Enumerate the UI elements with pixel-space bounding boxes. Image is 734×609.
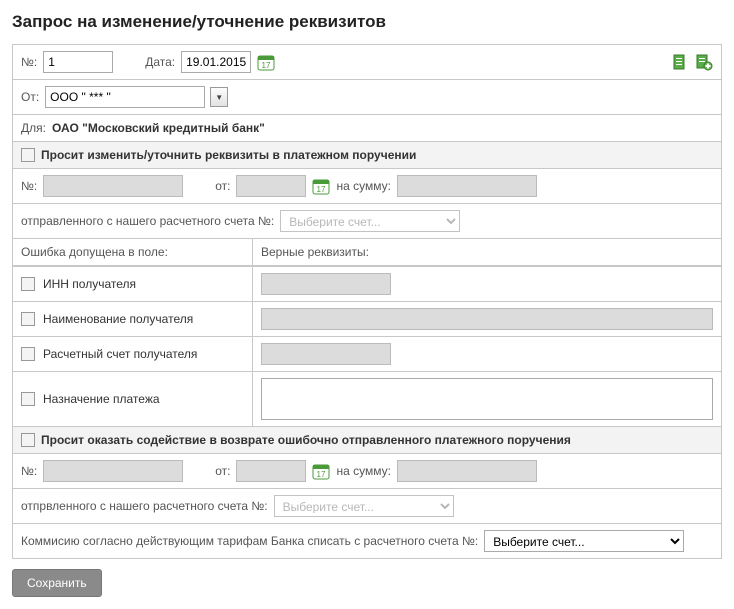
doc-icon[interactable]	[671, 53, 689, 71]
s2-date-input[interactable]	[236, 460, 306, 482]
num-input[interactable]	[43, 51, 113, 73]
row-label: Наименование получателя	[43, 312, 193, 326]
s1-account-label: отправленного с нашего расчетного счета …	[21, 214, 274, 228]
to-row: Для: ОАО "Московский кредитный банк"	[13, 115, 721, 142]
row-label: ИНН получателя	[43, 277, 136, 291]
to-label: Для:	[21, 121, 46, 135]
to-value: ОАО "Московский кредитный банк"	[52, 121, 265, 135]
grid-row: ИНН получателя	[13, 266, 721, 301]
s2-date-label: от:	[215, 464, 230, 478]
grid-col2-header: Верные реквизиты:	[253, 239, 721, 265]
s2-account-label: отпрвленного с нашего расчетного счета №…	[21, 499, 268, 513]
section2-checkbox[interactable]	[21, 433, 35, 447]
section2-account-row: отпрвленного с нашего расчетного счета №…	[13, 489, 721, 524]
row-checkbox[interactable]	[21, 312, 35, 326]
section1-account-row: отправленного с нашего расчетного счета …	[13, 204, 721, 239]
form-panel: №: Дата: 17 От: ▼ Для: ОАО "Московский к…	[12, 44, 722, 559]
calendar-icon[interactable]: 17	[257, 53, 275, 71]
row-value-input[interactable]	[261, 308, 713, 330]
grid-header: Ошибка допущена в поле: Верные реквизиты…	[13, 239, 721, 266]
grid-row: Расчетный счет получателя	[13, 336, 721, 371]
s2-sum-label: на сумму:	[336, 464, 390, 478]
s1-num-label: №:	[21, 179, 37, 193]
grid-row: Назначение платежа	[13, 371, 721, 427]
row-value-input[interactable]	[261, 343, 391, 365]
section2-fields: №: от: 17 на сумму:	[13, 454, 721, 489]
commission-label: Коммисию согласно действующим тарифам Ба…	[21, 534, 478, 548]
save-button[interactable]: Сохранить	[12, 569, 102, 597]
svg-text:17: 17	[262, 61, 271, 70]
date-label: Дата:	[145, 55, 175, 69]
s2-num-input[interactable]	[43, 460, 183, 482]
section2-title: Просит оказать содействие в возврате оши…	[41, 433, 571, 447]
s1-sum-label: на сумму:	[336, 179, 390, 193]
row-value-input[interactable]	[261, 273, 391, 295]
row-label: Расчетный счет получателя	[43, 347, 197, 361]
header-row: №: Дата: 17	[13, 45, 721, 80]
date-input[interactable]	[181, 51, 251, 73]
s1-date-label: от:	[215, 179, 230, 193]
s1-date-input[interactable]	[236, 175, 306, 197]
from-row: От: ▼	[13, 80, 721, 115]
row-label: Назначение платежа	[43, 392, 160, 406]
from-label: От:	[21, 90, 39, 104]
svg-text:17: 17	[317, 185, 326, 194]
from-input[interactable]	[45, 86, 205, 108]
num-label: №:	[21, 55, 37, 69]
row-checkbox[interactable]	[21, 347, 35, 361]
grid-col1-header: Ошибка допущена в поле:	[13, 239, 253, 265]
section1-fields: №: от: 17 на сумму:	[13, 169, 721, 204]
from-dropdown-button[interactable]: ▼	[210, 87, 228, 107]
page-title: Запрос на изменение/уточнение реквизитов	[12, 12, 722, 32]
commission-select[interactable]: Выберите счет...	[484, 530, 684, 552]
commission-row: Коммисию согласно действующим тарифам Ба…	[13, 524, 721, 558]
row-checkbox[interactable]	[21, 392, 35, 406]
grid-row: Наименование получателя	[13, 301, 721, 336]
s2-num-label: №:	[21, 464, 37, 478]
doc-add-icon[interactable]	[695, 53, 713, 71]
s1-sum-input[interactable]	[397, 175, 537, 197]
section1-title: Просит изменить/уточнить реквизиты в пла…	[41, 148, 416, 162]
row-checkbox[interactable]	[21, 277, 35, 291]
calendar-icon[interactable]: 17	[312, 177, 330, 195]
s2-account-select[interactable]: Выберите счет...	[274, 495, 454, 517]
calendar-icon[interactable]: 17	[312, 462, 330, 480]
section1-header: Просит изменить/уточнить реквизиты в пла…	[13, 142, 721, 169]
section2-header: Просит оказать содействие в возврате оши…	[13, 427, 721, 454]
s1-num-input[interactable]	[43, 175, 183, 197]
svg-text:17: 17	[317, 470, 326, 479]
row-value-textarea[interactable]	[261, 378, 713, 420]
section1-checkbox[interactable]	[21, 148, 35, 162]
s1-account-select[interactable]: Выберите счет...	[280, 210, 460, 232]
s2-sum-input[interactable]	[397, 460, 537, 482]
